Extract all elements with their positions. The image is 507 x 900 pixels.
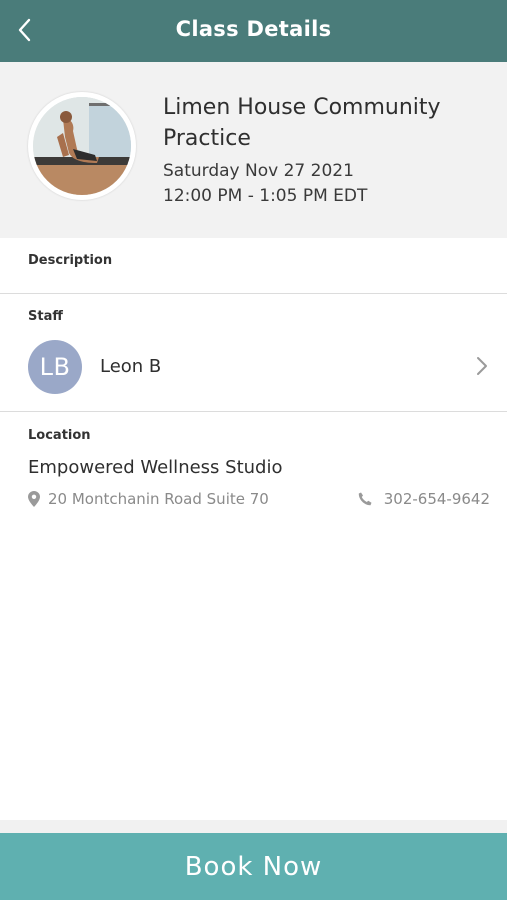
class-summary: Limen House Community Practice Saturday … <box>0 62 507 238</box>
class-name: Limen House Community Practice <box>163 95 441 151</box>
book-now-button[interactable]: Book Now <box>0 833 507 900</box>
map-pin-icon <box>28 491 40 507</box>
description-label: Description <box>28 253 113 268</box>
divider <box>0 411 507 412</box>
avatar: LB <box>28 340 82 394</box>
book-now-label: Book Now <box>184 851 323 882</box>
page-title: Class Details <box>175 17 332 41</box>
location-phone: 302-654-9642 <box>383 490 490 508</box>
location-name: Empowered Wellness Studio <box>28 457 283 478</box>
chevron-right-icon <box>477 357 487 375</box>
footer-spacer <box>0 820 507 833</box>
class-photo <box>33 97 131 195</box>
location-address: 20 Montchanin Road Suite 70 <box>48 490 269 508</box>
address-link[interactable]: 20 Montchanin Road Suite 70 <box>28 488 269 510</box>
phone-link[interactable]: 302-654-9642 <box>358 488 490 510</box>
staff-row[interactable]: LB Leon B <box>0 334 507 400</box>
staff-name: Leon B <box>100 356 162 377</box>
divider <box>0 293 507 294</box>
location-label: Location <box>28 428 91 443</box>
phone-icon <box>358 492 372 506</box>
yoga-pose-image <box>33 97 131 195</box>
class-date: Saturday Nov 27 2021 <box>163 161 354 181</box>
class-time: 12:00 PM - 1:05 PM EDT <box>163 186 368 206</box>
app-header: Class Details <box>0 0 507 62</box>
staff-label: Staff <box>28 309 63 324</box>
class-photo-frame <box>28 92 136 200</box>
staff-initials: LB <box>39 353 71 381</box>
